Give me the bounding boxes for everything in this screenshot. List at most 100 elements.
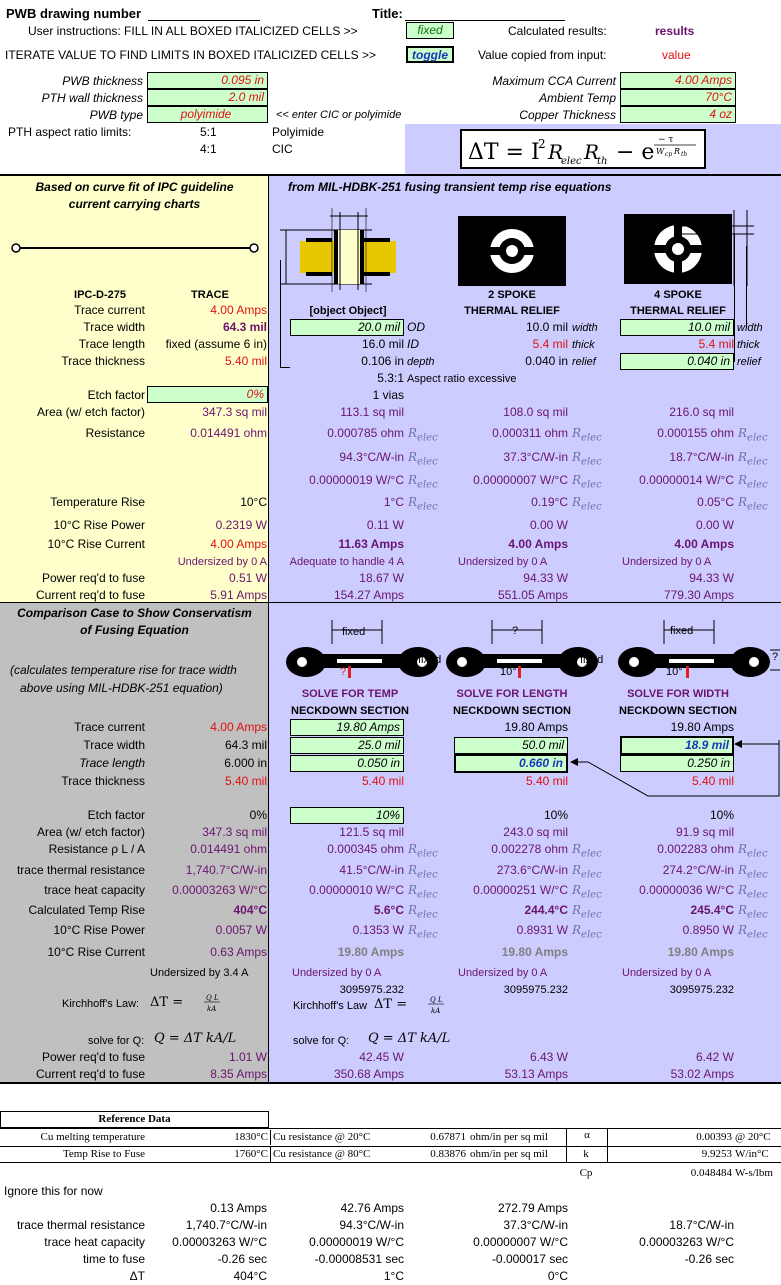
via-depth-value: 0.106 in xyxy=(361,354,404,368)
ignore-thermal-4: 18.7°C/W-in xyxy=(669,1218,734,1232)
alpha-value: 0.00393 xyxy=(696,1131,732,1143)
cp-unit: W-s/lbm xyxy=(735,1167,773,1179)
via-heat-capacity: 0.00000019 W/°C xyxy=(309,473,404,487)
svg-text:th: th xyxy=(597,156,607,167)
relec-symbol: Relec xyxy=(408,883,438,901)
svg-text:kA: kA xyxy=(431,1007,440,1015)
four-spoke-width-label: width xyxy=(737,322,763,334)
ignore-thermal-1: 1,740.7°C/W-in xyxy=(185,1218,267,1232)
ipc-title-1: Based on curve fit of IPC guideline xyxy=(35,180,234,194)
svg-text:elec: elec xyxy=(561,156,582,167)
s2-trace-current-label: Trace current xyxy=(74,720,145,734)
four-spoke-label: 4 SPOKE xyxy=(654,289,702,301)
s2-trace-thickness-value: 5.40 mil xyxy=(224,774,267,788)
power-to-fuse-value: 0.51 W xyxy=(228,571,267,585)
cp-symbol: Cp xyxy=(579,1167,593,1179)
col-b-thermal: 273.6°C/W-in xyxy=(496,863,568,877)
ipc-label: IPC-D-275 xyxy=(74,289,126,301)
neckdown-width-icon xyxy=(618,620,780,678)
four-spoke-width-input[interactable]: 10.0 mil xyxy=(620,319,734,336)
col-a-length-input[interactable]: 0.050 in xyxy=(290,755,404,772)
toggle-legend: toggle xyxy=(406,46,454,63)
ignore-heatcap-2: 0.00000019 W/°C xyxy=(309,1235,404,1249)
relec-symbol: Relec xyxy=(738,923,768,941)
col-b-rise-power: 0.8931 W xyxy=(516,923,568,937)
aspect-limit-cic: 4:1 xyxy=(200,142,217,156)
area-label: Area (w/ etch factor) xyxy=(36,405,145,419)
drawing-number-field[interactable] xyxy=(148,20,260,21)
relec-symbol: Relec xyxy=(408,842,438,860)
via-od-input[interactable]: 20.0 mil xyxy=(290,319,404,336)
col-c-power-fuse: 6.42 W xyxy=(695,1050,734,1064)
aspect-cic-label: CIC xyxy=(272,142,293,156)
col-b-calc-temp: 244.4°C xyxy=(524,903,569,917)
copper-thickness-input[interactable]: 4 oz xyxy=(620,106,736,123)
copied-label: Value copied from input: xyxy=(478,48,607,62)
ignore-time-2: -0.00008531 sec xyxy=(314,1252,404,1266)
instructions-1: User instructions: FILL IN ALL BOXED ITA… xyxy=(28,24,358,38)
trace-length-value: fixed (assume 6 in) xyxy=(165,337,267,351)
trace-length-label: Trace length xyxy=(78,337,145,351)
col-b-length-toggle[interactable]: 0.660 in xyxy=(454,754,568,773)
rise-current-value: 4.00 Amps xyxy=(210,537,267,551)
s2-trace-width-label: Trace width xyxy=(83,738,145,752)
kirchhoff-equation-2: ΔT = Q L kA xyxy=(374,996,444,1015)
neckdown-fixed-2: fixed xyxy=(418,654,442,666)
relec-symbol: Relec xyxy=(408,473,438,491)
col-c-rise-power: 0.8950 W xyxy=(682,923,734,937)
relec-symbol: Relec xyxy=(408,495,438,513)
col-b-power-fuse: 6.43 W xyxy=(529,1050,568,1064)
cu-res-80-value: 0.83876 xyxy=(430,1148,466,1160)
max-cca-current-input[interactable]: 4.00 Amps xyxy=(620,72,736,89)
cu-res-80-unit: ohm/in per sq mil xyxy=(470,1148,548,1160)
relec-symbol: Relec xyxy=(572,426,602,444)
col-b-resistance: 0.002278 ohm xyxy=(491,842,568,856)
via-rise-power: 0.11 W xyxy=(366,518,404,532)
col-b-current-fuse: 53.13 Amps xyxy=(504,1067,568,1081)
via-id-label: ID xyxy=(407,337,419,351)
two-spoke-msg: Undersized by 0 A xyxy=(458,556,548,568)
two-spoke-rise-power: 0.00 W xyxy=(529,518,568,532)
pth-wall-input[interactable]: 2.0 mil xyxy=(147,89,268,106)
solve-q-label-2: solve for Q: xyxy=(293,1035,350,1047)
ignore-dt-3: 0°C xyxy=(547,1269,568,1283)
col-a-resistance: 0.000345 ohm xyxy=(327,842,404,856)
ignore-dt-2: 1°C xyxy=(383,1269,404,1283)
resistance-value: 0.014491 ohm xyxy=(190,426,267,440)
relec-symbol: Relec xyxy=(738,903,768,921)
neckdown-length-10: 10° xyxy=(500,666,517,678)
two-spoke-thick-label: thick xyxy=(572,339,595,351)
neckdown-width-10: 10° xyxy=(666,666,683,678)
s2-heatcap-value: 0.00003263 W/°C xyxy=(172,883,267,897)
via-area: 113.1 sq mil xyxy=(340,405,404,419)
compare-note-1: (calculates temperature rise for trace w… xyxy=(10,663,237,677)
cu-res-20-unit: ohm/in per sq mil xyxy=(470,1131,548,1143)
pwb-type-input[interactable]: polyimide xyxy=(147,106,268,123)
ignore-thermal-2: 94.3°C/W-in xyxy=(339,1218,404,1232)
relec-symbol: Relec xyxy=(738,426,768,444)
s2-thermal-value: 1,740.7°C/W-in xyxy=(185,863,267,877)
relec-symbol: Relec xyxy=(408,863,438,881)
via-depth-label: depth xyxy=(407,356,435,368)
col-a-width-input[interactable]: 25.0 mil xyxy=(290,737,404,754)
col-a-current-fuse: 350.68 Amps xyxy=(333,1067,404,1081)
trace-thickness-label: Trace thickness xyxy=(61,354,145,368)
four-spoke-relief-input[interactable]: 0.040 in xyxy=(620,353,734,370)
relec-symbol: Relec xyxy=(738,473,768,491)
cu-res-20-label: Cu resistance @ 20°C xyxy=(270,1130,370,1145)
etch-factor-input[interactable]: 0% xyxy=(147,386,268,403)
resistance-label: Resistance xyxy=(85,426,145,440)
pwb-thickness-input[interactable]: 0.095 in xyxy=(147,72,268,89)
title-field[interactable] xyxy=(405,20,565,21)
col-c-resistance: 0.002283 ohm xyxy=(657,842,734,856)
svg-text:W: W xyxy=(656,147,665,156)
via-resistance: 0.000785 ohm xyxy=(327,426,404,440)
col-a-etch-input[interactable]: 10% xyxy=(290,807,404,824)
relec-symbol: Relec xyxy=(738,842,768,860)
solve-q-equation: Q = ΔT kA/L xyxy=(154,1031,236,1046)
col-a-current-input[interactable]: 19.80 Amps xyxy=(290,719,404,736)
ambient-temp-input[interactable]: 70°C xyxy=(620,89,736,106)
col-b-width-input[interactable]: 50.0 mil xyxy=(454,737,568,754)
current-to-fuse-value: 5.91 Amps xyxy=(210,588,267,602)
two-spoke-width-label: width xyxy=(572,322,598,334)
